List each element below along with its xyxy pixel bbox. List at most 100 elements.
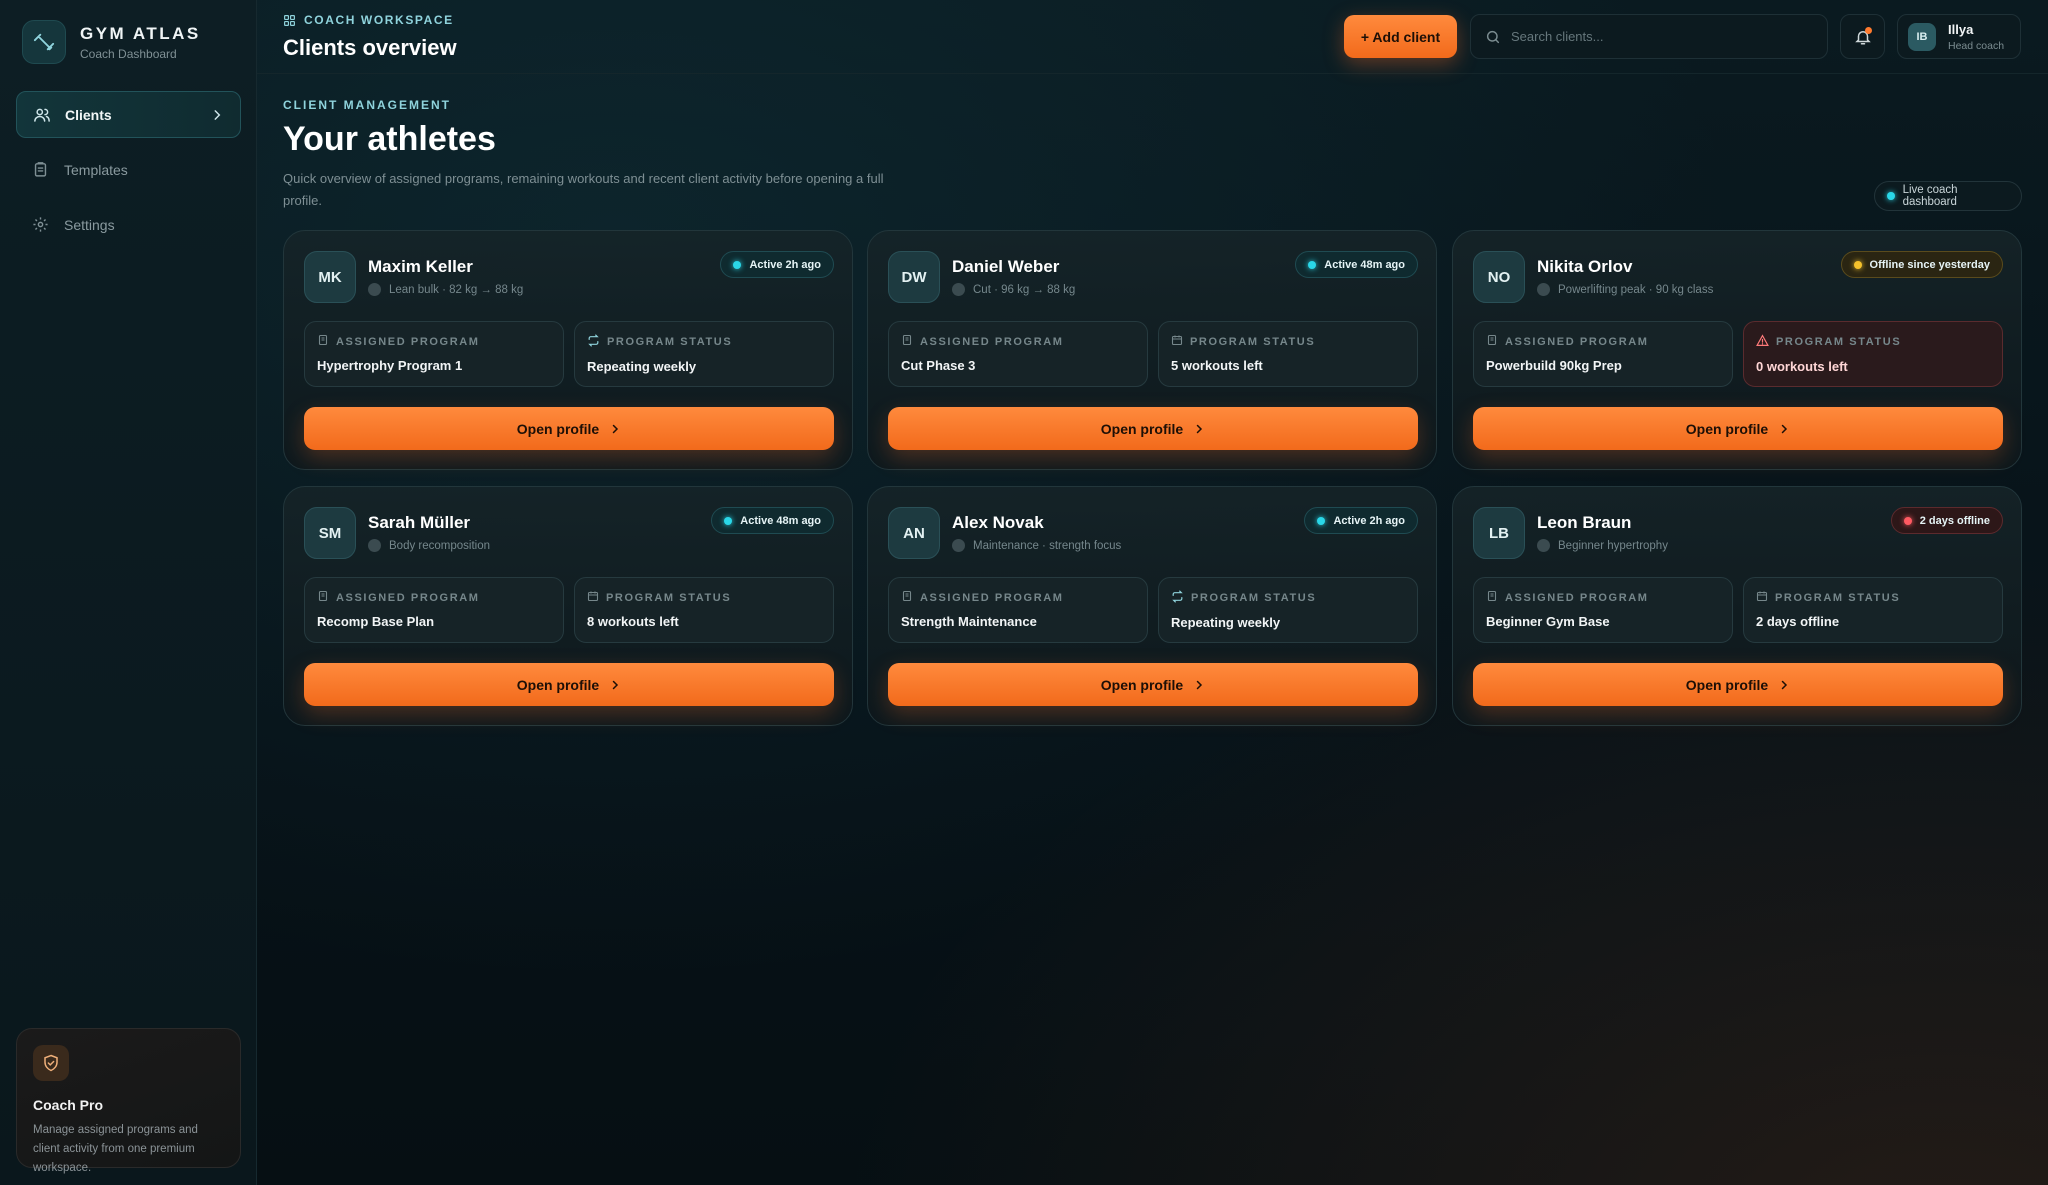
program-status-label: PROGRAM STATUS — [1756, 334, 1990, 350]
status-badge-text: Active 48m ago — [740, 514, 821, 527]
top-bar: COACH WORKSPACE Clients overview + Add c… — [257, 0, 2048, 74]
open-profile-label: Open profile — [1100, 676, 1184, 693]
sidebar-item-label: Settings — [64, 216, 115, 233]
client-goal: Lean bulk · 82 kg → 88 kg — [368, 283, 523, 296]
shield-icon — [33, 1045, 69, 1081]
client-goal-text: Powerlifting peak · 90 kg class — [1558, 283, 1714, 296]
program-status-label: PROGRAM STATUS — [587, 590, 821, 605]
warning-icon — [1756, 334, 1776, 350]
main-description: Quick overview of assigned programs, rem… — [283, 171, 884, 208]
notification-dot — [1865, 27, 1872, 34]
status-badge: Active 48m ago — [1295, 251, 1418, 278]
chevron-right-icon — [612, 680, 619, 689]
promo-card: Coach Pro Manage assigned programs and c… — [16, 1028, 241, 1174]
program-status-value: 5 workouts left — [1171, 358, 1263, 373]
client-avatar: LB — [1473, 507, 1525, 559]
client-goal-text: Cut · 96 kg → 88 kg — [973, 283, 1076, 296]
program-status-value: 8 workouts left — [587, 614, 679, 629]
assigned-program-value: Cut Phase 3 — [901, 358, 976, 373]
assigned-program-box: ASSIGNED PROGRAM Strength Maintenance — [888, 577, 1148, 643]
section-label: CLIENT MANAGEMENT — [283, 98, 451, 112]
chevron-right-icon — [210, 108, 224, 122]
search-box[interactable] — [1470, 14, 1828, 59]
search-input[interactable] — [1511, 29, 1811, 44]
status-dot — [724, 516, 733, 525]
open-profile-label: Open profile — [1100, 420, 1184, 437]
target-icon — [1537, 283, 1550, 296]
breadcrumb: COACH WORKSPACE — [283, 13, 454, 27]
notifications-button[interactable] — [1840, 14, 1885, 59]
client-name[interactable]: Leon Braun — [1537, 513, 1631, 533]
book-icon — [1486, 334, 1505, 349]
promo-title: Coach Pro — [33, 1097, 104, 1113]
sidebar-item-settings[interactable]: Settings — [16, 201, 241, 248]
repeat-icon — [587, 334, 607, 350]
open-profile-button[interactable]: Open profile — [304, 663, 834, 706]
calendar-icon — [587, 590, 606, 605]
info-label-text: PROGRAM STATUS — [1776, 336, 1902, 348]
client-name[interactable]: Alex Novak — [952, 513, 1044, 533]
program-status-box: PROGRAM STATUS 5 workouts left — [1158, 321, 1418, 387]
client-card[interactable]: MK Maxim Keller Lean bulk · 82 kg → 88 k… — [283, 230, 853, 470]
client-name[interactable]: Daniel Weber — [952, 257, 1059, 277]
open-profile-label: Open profile — [516, 420, 600, 437]
info-label-text: ASSIGNED PROGRAM — [920, 335, 1064, 348]
client-card[interactable]: NO Nikita Orlov Powerlifting peak · 90 k… — [1452, 230, 2022, 470]
open-profile-button[interactable]: Open profile — [1473, 663, 2003, 706]
status-dot — [733, 260, 742, 269]
add-client-button[interactable]: + Add client — [1344, 15, 1457, 58]
status-badge-text: 2 days offline — [1919, 514, 1990, 527]
program-status-value: Repeating weekly — [1171, 615, 1281, 630]
assigned-program-box: ASSIGNED PROGRAM Recomp Base Plan — [304, 577, 564, 643]
book-icon — [1486, 590, 1505, 605]
client-avatar: AN — [888, 507, 940, 559]
assigned-program-label: ASSIGNED PROGRAM — [901, 590, 1135, 605]
program-status-value: 2 days offline — [1756, 614, 1840, 629]
info-label-text: PROGRAM STATUS — [607, 336, 733, 348]
client-name[interactable]: Nikita Orlov — [1537, 257, 1632, 277]
sidebar-item-templates[interactable]: Templates — [16, 146, 241, 193]
client-card[interactable]: DW Daniel Weber Cut · 96 kg → 88 kg Acti… — [867, 230, 1437, 470]
client-card[interactable]: SM Sarah Müller Body recomposition Activ… — [283, 486, 853, 726]
client-goal: Cut · 96 kg → 88 kg — [952, 283, 1075, 296]
client-card[interactable]: LB Leon Braun Beginner hypertrophy 2 day… — [1452, 486, 2022, 726]
status-badge: Active 48m ago — [711, 507, 834, 534]
client-goal: Body recomposition — [368, 539, 490, 552]
client-goal-text: Maintenance · strength focus — [973, 539, 1122, 552]
info-label-text: ASSIGNED PROGRAM — [1505, 335, 1649, 348]
promo-text: Manage assigned programs and client acti… — [33, 1124, 198, 1174]
book-icon — [901, 590, 920, 605]
live-status-pill: Live coach dashboard — [1874, 181, 2022, 211]
client-name[interactable]: Maxim Keller — [368, 257, 473, 277]
client-card[interactable]: AN Alex Novak Maintenance · strength foc… — [867, 486, 1437, 726]
search-icon — [1486, 30, 1500, 43]
user-menu[interactable]: IB Illya Head coach — [1897, 14, 2021, 59]
client-avatar: SM — [304, 507, 356, 559]
open-profile-label: Open profile — [1685, 420, 1769, 437]
client-goal: Maintenance · strength focus — [952, 539, 1121, 552]
clipboard-icon — [32, 160, 52, 180]
assigned-program-value: Hypertrophy Program 1 — [317, 358, 463, 373]
client-avatar: NO — [1473, 251, 1525, 303]
client-goal: Beginner hypertrophy — [1537, 539, 1668, 552]
open-profile-button[interactable]: Open profile — [304, 407, 834, 450]
sidebar-item-label: Clients — [65, 106, 112, 123]
status-badge: Active 2h ago — [1304, 507, 1418, 534]
open-profile-button[interactable]: Open profile — [1473, 407, 2003, 450]
program-status-box: PROGRAM STATUS 2 days offline — [1743, 577, 2003, 643]
sidebar-item-clients[interactable]: Clients — [16, 91, 241, 138]
client-avatar: MK — [304, 251, 356, 303]
avatar: IB — [1908, 22, 1936, 51]
open-profile-button[interactable]: Open profile — [888, 407, 1418, 450]
chevron-right-icon — [1196, 680, 1203, 689]
program-status-box: PROGRAM STATUS Repeating weekly — [1158, 577, 1418, 643]
chevron-right-icon — [1196, 424, 1203, 433]
brand[interactable]: GYM ATLAS Coach Dashboard — [22, 20, 201, 64]
client-name[interactable]: Sarah Müller — [368, 513, 470, 533]
breadcrumb-label: COACH WORKSPACE — [304, 13, 454, 27]
status-badge: Offline since yesterday — [1840, 251, 2003, 278]
info-label-text: ASSIGNED PROGRAM — [1505, 591, 1649, 604]
open-profile-button[interactable]: Open profile — [888, 663, 1418, 706]
assigned-program-box: ASSIGNED PROGRAM Hypertrophy Program 1 — [304, 321, 564, 387]
assigned-program-label: ASSIGNED PROGRAM — [1486, 590, 1720, 605]
